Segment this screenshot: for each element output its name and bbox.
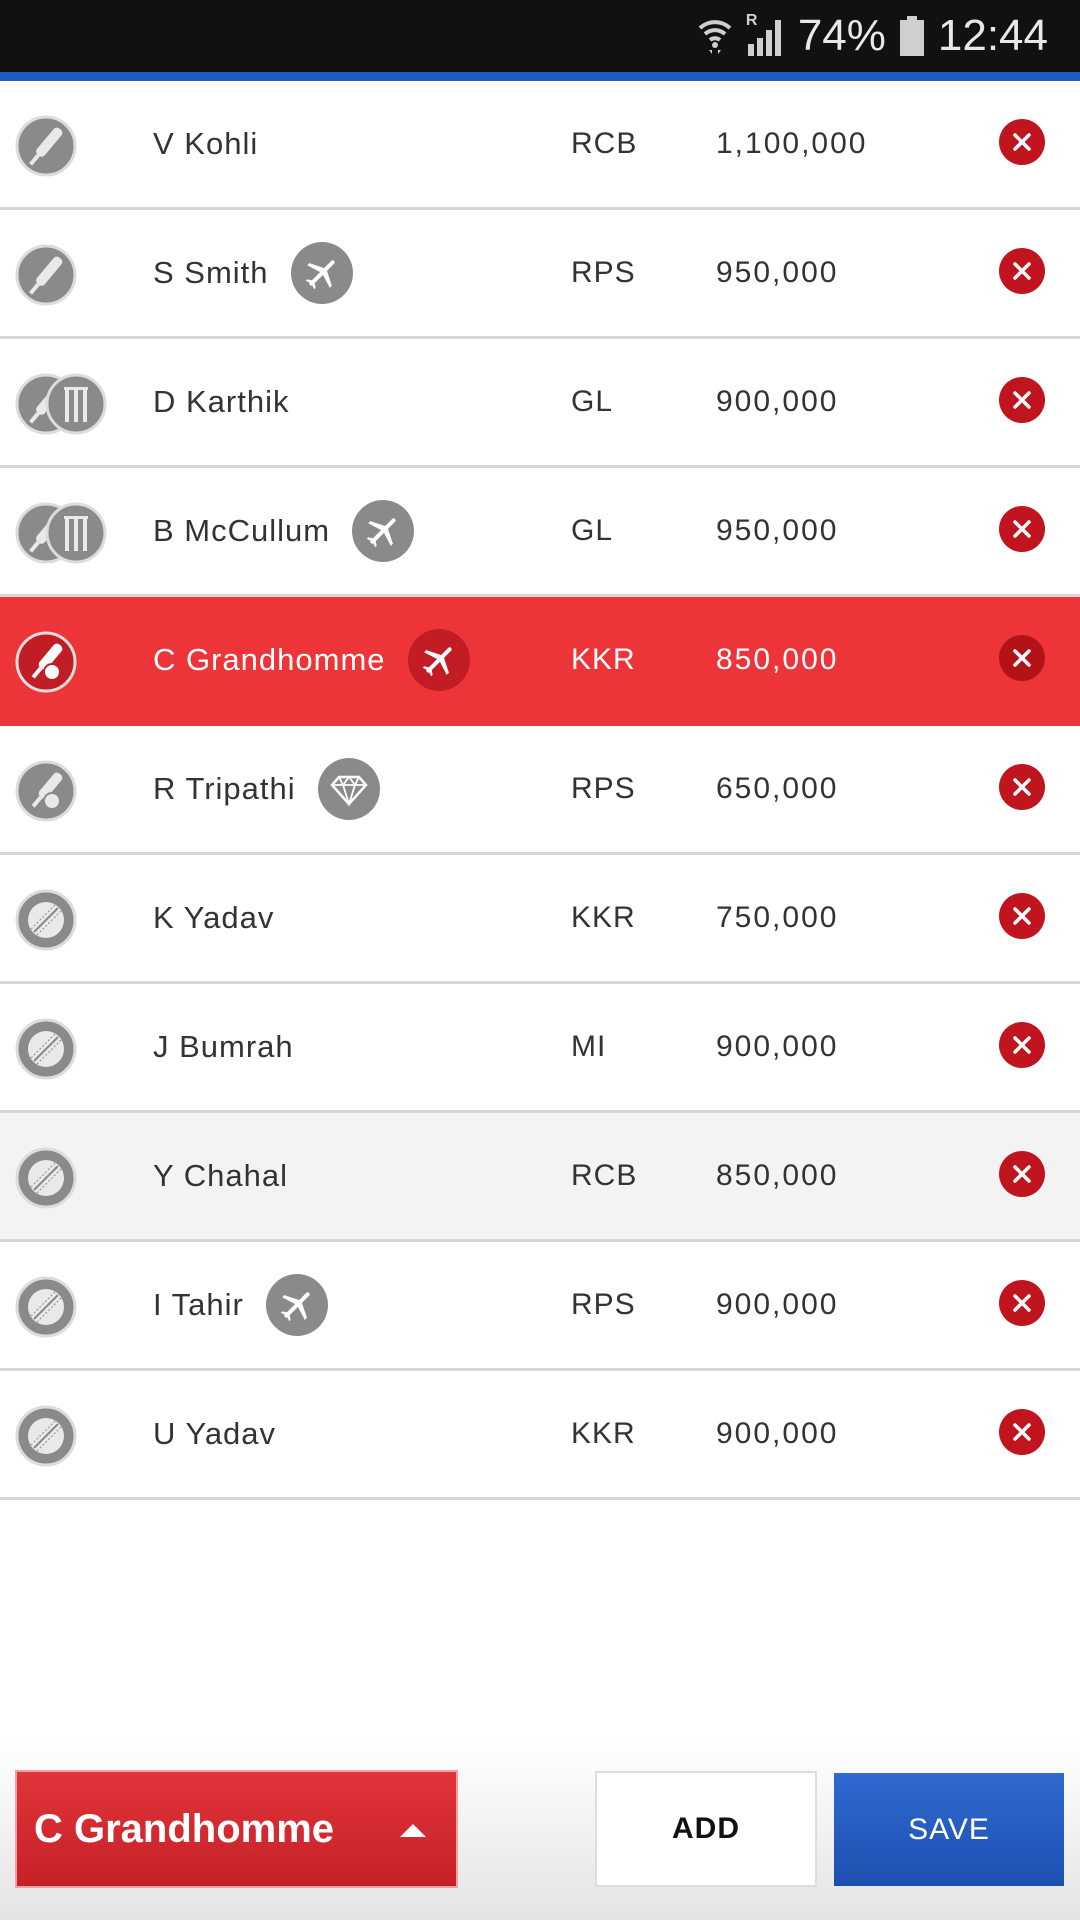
- player-name-cell: I Tahir: [153, 1242, 328, 1368]
- remove-player-icon[interactable]: [999, 764, 1045, 810]
- player-name: R Tripathi: [153, 771, 296, 806]
- player-dropdown-label: C Grandhomme: [34, 1806, 335, 1851]
- player-name: B McCullum: [153, 513, 331, 548]
- player-name-cell: J Bumrah: [153, 984, 294, 1110]
- player-row[interactable]: U Yadav KKR 900,000: [0, 1371, 1080, 1500]
- player-price: 750,000: [716, 901, 839, 934]
- player-price: 900,000: [716, 1030, 839, 1063]
- player-row[interactable]: B McCullum GL 950,000: [0, 468, 1080, 597]
- player-row[interactable]: R Tripathi RPS 650,000: [0, 726, 1080, 855]
- player-row[interactable]: I Tahir RPS 900,000: [0, 1242, 1080, 1371]
- player-name: U Yadav: [153, 1416, 277, 1451]
- remove-player-icon[interactable]: [999, 1151, 1045, 1197]
- bat-and-stumps-icon: [14, 372, 114, 436]
- bat-icon: [14, 243, 114, 307]
- player-price: 900,000: [716, 385, 839, 418]
- player-name: D Karthik: [153, 384, 290, 419]
- player-team: RCB: [571, 127, 638, 160]
- bat-icon: [14, 114, 114, 178]
- player-team: KKR: [571, 643, 636, 676]
- player-row[interactable]: J Bumrah MI 900,000: [0, 984, 1080, 1113]
- player-team: GL: [571, 385, 614, 418]
- battery-percent: 74%: [797, 11, 886, 60]
- player-team: RCB: [571, 1159, 638, 1192]
- player-price: 1,100,000: [716, 127, 868, 160]
- wifi-icon: [698, 16, 732, 56]
- bat-and-ball-icon: [14, 630, 114, 694]
- save-button[interactable]: SAVE: [834, 1773, 1064, 1886]
- player-name: I Tahir: [153, 1287, 244, 1322]
- remove-player-icon[interactable]: [999, 377, 1045, 423]
- status-icons: R 74% 12:44: [698, 0, 1048, 72]
- player-price: 850,000: [716, 643, 839, 676]
- player-name-cell: C Grandhomme: [153, 597, 470, 723]
- cricket-ball-icon: [14, 1017, 114, 1081]
- clock: 12:44: [937, 11, 1048, 60]
- player-name-cell: K Yadav: [153, 855, 274, 981]
- player-row[interactable]: D Karthik GL 900,000: [0, 339, 1080, 468]
- battery-icon: [899, 16, 924, 56]
- player-row[interactable]: C Grandhomme KKR 850,000: [0, 597, 1080, 726]
- player-name-cell: R Tripathi: [153, 726, 380, 852]
- player-team: RPS: [571, 772, 636, 805]
- player-team: MI: [571, 1030, 607, 1063]
- airplane-icon: [352, 500, 415, 562]
- airplane-icon: [290, 242, 353, 304]
- player-team: GL: [571, 514, 614, 547]
- player-name-cell: B McCullum: [153, 468, 415, 594]
- cricket-ball-icon: [14, 1146, 114, 1210]
- player-name: Y Chahal: [153, 1158, 288, 1193]
- player-name-cell: U Yadav: [153, 1371, 276, 1497]
- signal-icon: R: [746, 12, 784, 56]
- player-dropdown[interactable]: C Grandhomme: [15, 1770, 458, 1888]
- network-tag: R: [745, 12, 758, 29]
- player-name: V Kohli: [153, 126, 259, 161]
- cricket-ball-icon: [14, 1404, 114, 1468]
- add-button[interactable]: ADD: [595, 1771, 817, 1887]
- remove-player-icon[interactable]: [999, 1409, 1045, 1455]
- bat-and-stumps-icon: [14, 501, 114, 565]
- header-accent-line: [0, 72, 1080, 81]
- remove-player-icon[interactable]: [999, 893, 1045, 939]
- remove-player-icon[interactable]: [999, 248, 1045, 294]
- diamond-icon: [317, 758, 380, 820]
- player-price: 850,000: [716, 1159, 839, 1192]
- player-price: 900,000: [716, 1417, 839, 1450]
- player-price: 950,000: [716, 514, 839, 547]
- player-name: S Smith: [153, 255, 269, 290]
- player-name-cell: D Karthik: [153, 339, 289, 465]
- airplane-icon: [265, 1274, 328, 1336]
- player-name: K Yadav: [153, 900, 275, 935]
- remove-player-icon[interactable]: [999, 1022, 1045, 1068]
- player-row[interactable]: K Yadav KKR 750,000: [0, 855, 1080, 984]
- airplane-icon: [407, 629, 470, 691]
- remove-player-icon[interactable]: [999, 635, 1045, 681]
- player-price: 650,000: [716, 772, 839, 805]
- status-bar: R 74% 12:44: [0, 0, 1080, 72]
- player-name-cell: V Kohli: [153, 81, 258, 207]
- player-team: RPS: [571, 256, 636, 289]
- player-row[interactable]: S Smith RPS 950,000: [0, 210, 1080, 339]
- player-price: 900,000: [716, 1288, 839, 1321]
- remove-player-icon[interactable]: [999, 506, 1045, 552]
- player-row[interactable]: V Kohli RCB 1,100,000: [0, 81, 1080, 210]
- player-row[interactable]: Y Chahal RCB 850,000: [0, 1113, 1080, 1242]
- player-name-cell: Y Chahal: [153, 1113, 288, 1239]
- player-team: KKR: [571, 1417, 636, 1450]
- cricket-ball-icon: [14, 1275, 114, 1339]
- player-team: RPS: [571, 1288, 636, 1321]
- player-team: KKR: [571, 901, 636, 934]
- player-name: C Grandhomme: [153, 642, 386, 677]
- player-price: 950,000: [716, 256, 839, 289]
- remove-player-icon[interactable]: [999, 119, 1045, 165]
- caret-up-icon: [400, 1824, 426, 1837]
- bat-and-ball-icon: [14, 759, 114, 823]
- cricket-ball-icon: [14, 888, 114, 952]
- remove-player-icon[interactable]: [999, 1280, 1045, 1326]
- player-list: V Kohli RCB 1,100,000 S Smith RPS 950,000 D Ka…: [0, 81, 1080, 1500]
- player-name-cell: S Smith: [153, 210, 353, 336]
- player-name: J Bumrah: [153, 1029, 294, 1064]
